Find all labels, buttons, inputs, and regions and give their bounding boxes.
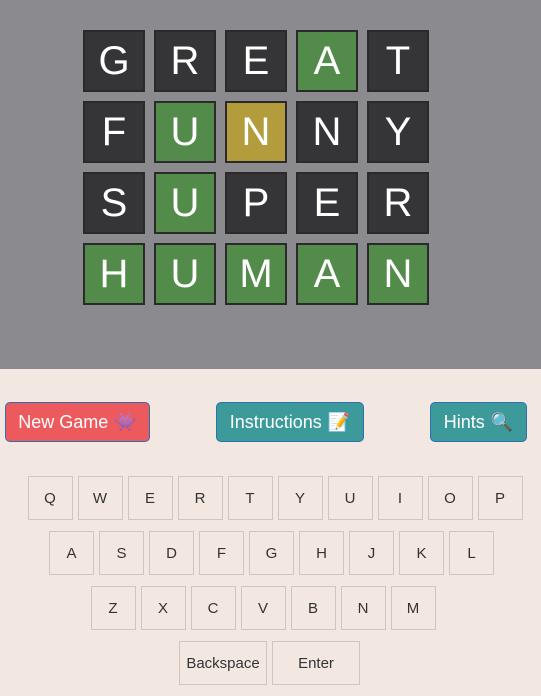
key-q[interactable]: Q [27, 476, 73, 520]
letter-tile: U [154, 243, 216, 305]
alien-monster-icon: 👾 [114, 411, 137, 432]
letter-tile: P [225, 172, 287, 234]
key-n[interactable]: N [340, 586, 386, 630]
key-f[interactable]: F [199, 531, 244, 575]
letter-tile: R [154, 30, 216, 92]
on-screen-keyboard: Q W E R T Y U I O P A S D F G H J K L Z X C V B N M Backspace Enter [0, 476, 541, 696]
new-game-label: New Game [18, 411, 109, 432]
key-e[interactable]: E [127, 476, 173, 520]
keyboard-row: ASDFGHJKL [2, 531, 541, 575]
letter-tile: N [225, 101, 287, 163]
letter-tile: Y [367, 101, 429, 163]
letter-tile: F [83, 101, 145, 163]
letter-tile: T [367, 30, 429, 92]
keyboard-row: ZXCVBNM [0, 586, 541, 630]
letter-tile: A [296, 30, 358, 92]
keyboard-row: Backspace Enter [0, 641, 541, 685]
key-l[interactable]: L [449, 531, 494, 575]
magnifier-icon: 🔍 [490, 411, 514, 432]
key-u[interactable]: U [327, 476, 373, 520]
letter-tile: M [225, 243, 287, 305]
guess-row: SUPER [83, 172, 429, 234]
key-r[interactable]: R [177, 476, 223, 520]
new-game-button[interactable]: New Game 👾 [5, 402, 150, 442]
letter-tile: S [83, 172, 145, 234]
key-c[interactable]: C [190, 586, 236, 630]
instructions-label: Instructions [229, 411, 322, 432]
key-s[interactable]: S [99, 531, 144, 575]
letter-tile: U [154, 172, 216, 234]
letter-tile: U [154, 101, 216, 163]
letter-tile: H [83, 243, 145, 305]
letter-tile: A [296, 243, 358, 305]
letter-tile: N [296, 101, 358, 163]
key-a[interactable]: A [49, 531, 94, 575]
key-p[interactable]: P [477, 476, 523, 520]
letter-tile: N [367, 243, 429, 305]
letter-tile: G [83, 30, 145, 92]
key-x[interactable]: X [140, 586, 186, 630]
key-z[interactable]: Z [90, 586, 136, 630]
guess-grid: GREATFUNNYSUPERHUMAN [83, 30, 429, 314]
game-board-area: GREATFUNNYSUPERHUMAN [0, 0, 541, 369]
key-v[interactable]: V [240, 586, 286, 630]
guess-row: GREAT [83, 30, 429, 92]
guess-row: HUMAN [83, 243, 429, 305]
key-k[interactable]: K [399, 531, 444, 575]
key-i[interactable]: I [377, 476, 423, 520]
key-t[interactable]: T [227, 476, 273, 520]
letter-tile: E [225, 30, 287, 92]
guess-row: FUNNY [83, 101, 429, 163]
key-enter[interactable]: Enter [272, 641, 360, 685]
key-b[interactable]: B [290, 586, 336, 630]
instructions-button[interactable]: Instructions 📝 [216, 402, 364, 442]
memo-icon: 📝 [327, 411, 351, 432]
hints-button[interactable]: Hints 🔍 [430, 402, 527, 442]
key-j[interactable]: J [349, 531, 394, 575]
key-y[interactable]: Y [277, 476, 323, 520]
keyboard-row: QWERTYUIOP [9, 476, 541, 520]
key-g[interactable]: G [249, 531, 294, 575]
key-d[interactable]: D [149, 531, 194, 575]
letter-tile: E [296, 172, 358, 234]
hints-label: Hints [443, 411, 485, 432]
key-backspace[interactable]: Backspace [179, 641, 267, 685]
key-m[interactable]: M [390, 586, 436, 630]
key-h[interactable]: H [299, 531, 344, 575]
key-w[interactable]: W [77, 476, 123, 520]
letter-tile: R [367, 172, 429, 234]
key-o[interactable]: O [427, 476, 473, 520]
